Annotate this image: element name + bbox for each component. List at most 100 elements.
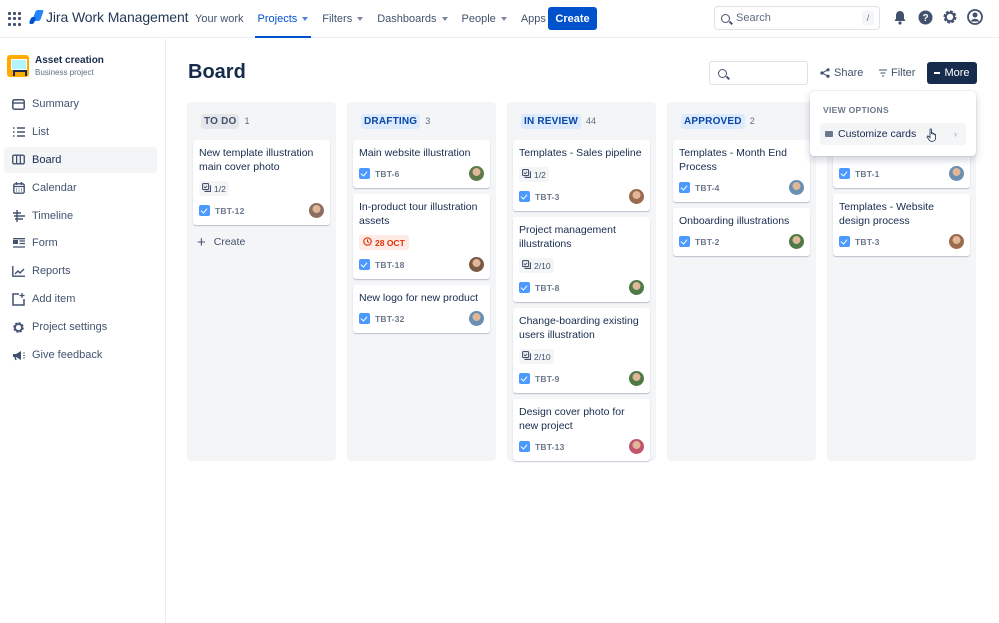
card-title: Templates - Sales pipeline — [519, 147, 642, 159]
nav-filters[interactable]: Filters — [315, 0, 370, 38]
customize-cards-label: Customize cards — [838, 128, 917, 140]
clock-icon — [363, 237, 372, 248]
create-button[interactable]: Create — [548, 7, 597, 30]
task-type-icon — [679, 182, 690, 193]
issue-card[interactable]: New template illustration main cover pho… — [193, 140, 330, 225]
issue-key: TBT-8 — [535, 282, 560, 293]
settings-icon — [12, 321, 25, 334]
issue-card[interactable]: Onboarding illustrations TBT-2 — [673, 208, 810, 256]
task-type-icon — [359, 168, 370, 179]
hand-cursor-icon — [926, 128, 938, 145]
subtask-progress-badge: 1/2 — [519, 167, 549, 182]
card-title: Templates - Website design process — [839, 201, 934, 227]
issue-card[interactable]: In-product tour illustration assets 28 OC… — [353, 194, 490, 279]
task-type-icon — [519, 373, 530, 384]
card-icon — [825, 131, 833, 137]
sidebar-item-label: Give feedback — [32, 349, 103, 362]
app-switcher-icon[interactable] — [8, 12, 22, 26]
sidebar-item-project-settings[interactable]: Project settings — [4, 314, 157, 340]
issue-card[interactable]: Change-boarding existing users illustrat… — [513, 308, 650, 393]
assignee-avatar[interactable] — [628, 188, 645, 205]
column-header: IN REVIEW 44 — [513, 108, 650, 134]
help-icon[interactable]: ? — [917, 9, 933, 25]
project-avatar-icon — [7, 55, 29, 77]
sidebar-item-form[interactable]: Form — [4, 230, 157, 256]
assignee-avatar[interactable] — [628, 438, 645, 455]
nav-people[interactable]: People — [455, 0, 514, 38]
column-title: IN REVIEW — [521, 113, 582, 129]
product-logo[interactable]: Jira Work Management — [30, 9, 189, 25]
chevron-down-icon — [441, 17, 448, 21]
sidebar-nav: Summary List Board Calendar Timeline Form Repo… — [4, 91, 157, 370]
global-search-input[interactable]: Search / — [714, 6, 880, 30]
issue-key: TBT-6 — [375, 168, 400, 179]
filter-label: Filter — [891, 67, 916, 79]
assignee-avatar[interactable] — [308, 202, 325, 219]
issue-card[interactable]: New logo for new product TBT-32 — [353, 285, 490, 333]
assignee-avatar[interactable] — [468, 165, 485, 182]
sidebar-item-add-item[interactable]: Add item — [4, 286, 157, 312]
card-footer: TBT-3 — [519, 188, 644, 205]
subtask-count: 1/2 — [534, 169, 546, 180]
timeline-icon — [12, 209, 25, 222]
column-header: TO DO 1 — [193, 108, 330, 134]
assignee-avatar[interactable] — [628, 279, 645, 296]
jira-logo-icon — [30, 10, 42, 24]
assignee-avatar[interactable] — [788, 233, 805, 250]
assignee-avatar[interactable] — [788, 179, 805, 196]
product-name: Jira Work Management — [46, 9, 189, 25]
issue-card[interactable]: Templates - Sales pipeline 1/2 TBT-3 — [513, 140, 650, 211]
sidebar-item-board[interactable]: Board — [4, 146, 157, 173]
issue-card[interactable]: Templates - Month End Process TBT-4 — [673, 140, 810, 202]
board-search-input[interactable] — [709, 61, 808, 85]
more-button[interactable]: More — [927, 62, 977, 84]
nav-your-work[interactable]: Your work — [188, 0, 251, 38]
board-column: IN REVIEW 44 Templates - Sales pipeline 1/2… — [507, 102, 656, 461]
settings-icon[interactable] — [942, 9, 958, 25]
sidebar-item-list[interactable]: List — [4, 119, 157, 145]
task-type-icon — [519, 441, 530, 452]
nav-label: People — [461, 13, 496, 25]
profile-icon[interactable] — [967, 9, 983, 25]
assignee-avatar[interactable] — [948, 165, 965, 182]
issue-card[interactable]: Design cover photo for new project TBT-13 — [513, 399, 650, 461]
sidebar-item-give-feedback[interactable]: Give feedback — [4, 342, 157, 368]
card-title: Main website illustration — [359, 147, 471, 159]
filter-button[interactable]: Filter — [879, 62, 915, 84]
task-type-icon — [519, 191, 530, 202]
add-item-icon — [12, 292, 25, 306]
column-issue-count: 1 — [244, 116, 250, 126]
notifications-icon[interactable] — [892, 9, 908, 25]
board-column: DRAFTING 3 Main website illustration TBT-6 I… — [347, 102, 496, 461]
assignee-avatar[interactable] — [468, 256, 485, 273]
card-footer: TBT-4 — [679, 179, 804, 196]
sidebar-item-reports[interactable]: Reports — [4, 258, 157, 284]
assignee-avatar[interactable] — [948, 233, 965, 250]
sidebar-item-calendar[interactable]: Calendar — [4, 175, 157, 201]
issue-card[interactable]: Project management illustrations 2/10 TBT-… — [513, 217, 650, 302]
subtasks-icon — [202, 183, 212, 194]
sidebar-item-summary[interactable]: Summary — [4, 91, 157, 117]
column-issue-count: 2 — [749, 116, 755, 126]
assignee-avatar[interactable] — [628, 370, 645, 387]
issue-key: TBT-2 — [695, 236, 720, 247]
nav-projects[interactable]: Projects — [251, 0, 316, 38]
sidebar-item-timeline[interactable]: Timeline — [4, 203, 157, 229]
share-icon — [820, 68, 830, 78]
issue-card[interactable]: Templates - Website design process TBT-3 — [833, 194, 970, 256]
assignee-avatar[interactable] — [468, 310, 485, 327]
project-name: Asset creation — [35, 55, 104, 66]
issue-card[interactable]: Main website illustration TBT-6 — [353, 140, 490, 188]
project-header[interactable]: Asset creation Business project — [7, 55, 104, 77]
create-issue-button[interactable]: + Create — [193, 231, 330, 253]
primary-nav: Your work Projects Filters Dashboards People… — [188, 0, 564, 38]
card-title: New logo for new product — [359, 292, 479, 304]
issue-key: TBT-3 — [535, 191, 560, 202]
sidebar-item-label: Add item — [32, 293, 76, 306]
share-button[interactable]: Share — [820, 62, 863, 84]
card-footer: TBT-12 — [199, 202, 324, 219]
task-type-icon — [359, 259, 370, 270]
customize-cards-menu-item[interactable]: Customize cards › — [820, 123, 966, 145]
subtask-count: 1/2 — [214, 183, 226, 194]
nav-dashboards[interactable]: Dashboards — [370, 0, 454, 38]
